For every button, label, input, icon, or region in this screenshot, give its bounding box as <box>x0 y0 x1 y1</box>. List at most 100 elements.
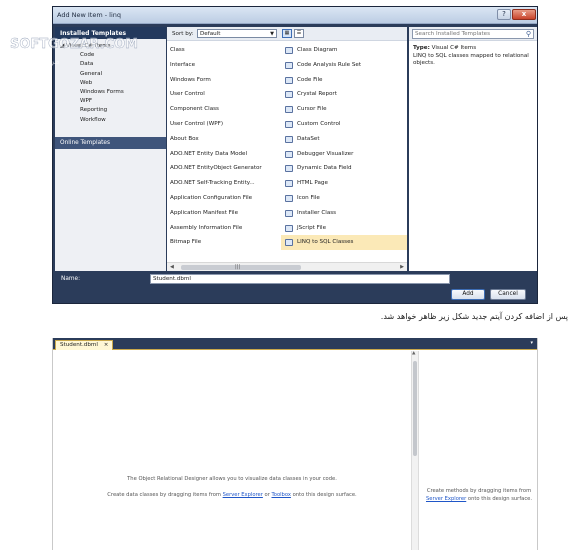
template-item[interactable]: ADO.NET Self-Tracking Entity... <box>170 176 280 191</box>
tree-item[interactable]: Web <box>55 79 166 88</box>
template-item[interactable]: Class Diagram <box>281 43 407 58</box>
scrollbar-thumb[interactable] <box>413 361 417 456</box>
designer-hint-intro: The Object Relational Designer allows yo… <box>127 476 337 482</box>
template-item[interactable]: Icon File <box>281 191 407 206</box>
template-item[interactable]: DataSet <box>281 132 407 147</box>
template-item[interactable]: ADO.NET Entity Data Model <box>170 147 280 162</box>
template-item[interactable]: Cursor File <box>281 102 407 117</box>
code-file-icon <box>285 76 293 84</box>
template-item-label: Code Analysis Rule Set <box>297 61 362 68</box>
template-item[interactable]: Custom Control <box>281 117 407 132</box>
online-templates-header[interactable]: Online Templates <box>55 137 166 149</box>
name-label: Name: <box>61 276 81 282</box>
scroll-left-arrow-icon[interactable]: ◀ <box>170 263 174 272</box>
class-design-surface[interactable]: The Object Relational Designer allows yo… <box>53 351 411 550</box>
article-caption: پس از اضافه کردن آیتم جدید شکل زیر ظاهر … <box>380 312 568 321</box>
tab-dropdown-icon[interactable]: ▾ <box>530 340 533 346</box>
html-page-icon <box>285 180 293 188</box>
installer-class-icon <box>285 209 293 217</box>
template-item[interactable]: About Box <box>170 132 280 147</box>
template-item-label: Class Diagram <box>297 47 338 53</box>
template-description: LINQ to SQL classes mapped to relational… <box>413 53 529 66</box>
close-tab-icon[interactable]: × <box>104 342 109 348</box>
scroll-up-arrow-icon[interactable]: ▲ <box>412 351 415 356</box>
tree-item[interactable]: WPF <box>55 97 166 106</box>
template-item-label: Cursor File <box>297 106 327 113</box>
icon-file-icon <box>285 194 293 202</box>
templates-toolbar: Sort by: Default ▼ ▦ ☰ <box>167 27 407 41</box>
search-bar: Search Installed Templates ⚲ <box>409 27 537 41</box>
document-tab-student-dbml[interactable]: Student.dbml × <box>55 340 114 350</box>
small-icons-view-button[interactable]: ☰ <box>294 29 304 38</box>
sort-dropdown[interactable]: Default ▼ <box>197 29 277 38</box>
template-item[interactable]: Installer Class <box>281 206 407 221</box>
or-designer-window: Student.dbml × ▾ The Object Relational D… <box>52 338 538 550</box>
toolbox-link[interactable]: Toolbox <box>271 492 290 498</box>
linq-to-sql-icon <box>285 239 293 247</box>
template-item-selected[interactable]: LINQ to SQL Classes <box>281 235 407 251</box>
templates-list: Class Interface Windows Form User Control Co… <box>167 41 407 255</box>
server-explorer-link[interactable]: Server Explorer <box>223 492 263 498</box>
template-item[interactable]: Class <box>170 43 280 58</box>
rule-set-icon <box>285 61 293 69</box>
hint-text: Create methods by dragging items from <box>426 488 532 494</box>
list-view-icon: ☰ <box>296 30 302 36</box>
designer-hint-create-classes: Create data classes by dragging items fr… <box>53 492 411 498</box>
templates-horizontal-scrollbar[interactable]: ◀ ||| ▶ <box>167 262 407 271</box>
template-item[interactable]: JScript File <box>281 221 407 236</box>
template-item[interactable]: ADO.NET EntityObject Generator <box>170 161 280 176</box>
template-item[interactable]: User Control <box>170 87 280 102</box>
name-bar: Name: Student.dbml <box>55 273 537 285</box>
search-placeholder: Search Installed Templates <box>415 31 491 37</box>
search-icon[interactable]: ⚲ <box>526 30 531 38</box>
template-item[interactable]: User Control (WPF) <box>170 117 280 132</box>
tree-item[interactable]: Windows Forms <box>55 88 166 97</box>
debugger-visualizer-icon <box>285 150 293 158</box>
help-button[interactable]: ? <box>497 9 511 20</box>
name-input[interactable]: Student.dbml <box>150 274 450 284</box>
tree-item[interactable]: Workflow <box>55 116 166 125</box>
designer-hint-create-methods: Create methods by dragging items from Se… <box>423 487 535 503</box>
template-item-label: Dynamic Data Field <box>297 165 352 172</box>
template-item[interactable]: Code Analysis Rule Set <box>281 58 407 73</box>
dynamic-data-icon <box>285 165 293 173</box>
template-item-label: Code File <box>297 76 323 83</box>
svg-text:مرجع دانلود: مرجع دانلود <box>16 57 60 67</box>
template-item[interactable]: Crystal Report <box>281 87 407 102</box>
watermark-logo: SOFTGOZAR.COM مرجع دانلود <box>10 37 138 67</box>
custom-control-icon <box>285 120 293 128</box>
template-item[interactable]: Bitmap File <box>170 235 280 250</box>
templates-pane: Sort by: Default ▼ ▦ ☰ Class Interface Win… <box>167 27 407 271</box>
template-item[interactable]: Interface <box>170 58 280 73</box>
template-item-label: HTML Page <box>297 180 328 187</box>
chevron-down-icon: ▼ <box>270 31 274 37</box>
template-item[interactable]: Assembly Information File <box>170 221 280 236</box>
crystal-report-icon <box>285 91 293 99</box>
cursor-file-icon <box>285 106 293 114</box>
template-item[interactable]: Component Class <box>170 102 280 117</box>
sort-value: Default <box>200 31 221 37</box>
medium-icons-view-button[interactable]: ▦ <box>282 29 292 38</box>
scroll-right-arrow-icon[interactable]: ▶ <box>400 263 404 272</box>
template-item[interactable]: Code File <box>281 73 407 88</box>
template-item[interactable]: Application Configuration File <box>170 191 280 206</box>
add-button[interactable]: Add <box>451 289 485 300</box>
template-item[interactable]: Dynamic Data Field <box>281 161 407 176</box>
methods-server-explorer-link[interactable]: Server Explorer <box>426 496 466 502</box>
cancel-button[interactable]: Cancel <box>490 289 526 300</box>
design-surface-vertical-scrollbar[interactable]: ▲ <box>411 351 419 550</box>
search-input[interactable]: Search Installed Templates ⚲ <box>412 29 534 39</box>
methods-design-surface[interactable]: Create methods by dragging items from Se… <box>419 351 537 550</box>
scrollbar-thumb[interactable] <box>181 265 301 270</box>
template-item[interactable]: Debugger Visualizer <box>281 147 407 162</box>
tree-item[interactable]: Reporting <box>55 106 166 115</box>
hint-text: onto this design surface. <box>466 496 533 502</box>
template-details-pane: Search Installed Templates ⚲ Type: Visua… <box>409 27 537 271</box>
template-item-label: Icon File <box>297 194 320 201</box>
template-item[interactable]: Windows Form <box>170 73 280 88</box>
close-button[interactable]: x <box>512 9 536 20</box>
document-tab-label: Student.dbml <box>60 342 98 348</box>
template-item[interactable]: Application Manifest File <box>170 206 280 221</box>
hint-text: onto this design surface. <box>290 492 357 498</box>
template-item[interactable]: HTML Page <box>281 176 407 191</box>
